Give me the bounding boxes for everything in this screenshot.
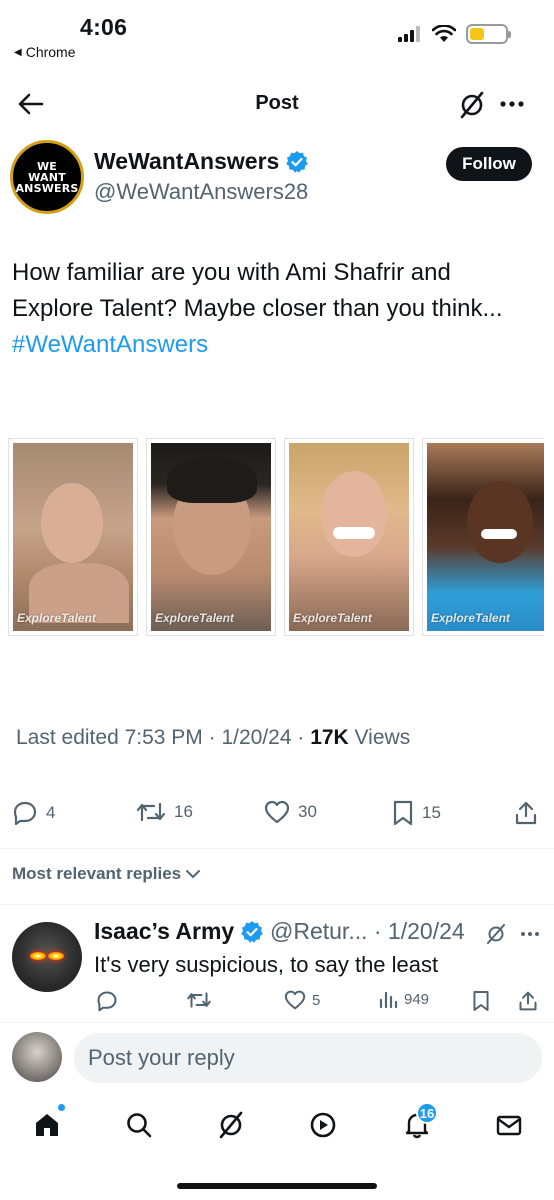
- reply-like-button[interactable]: 5: [284, 990, 320, 1010]
- post-meta: Last edited 7:53 PM · 1/20/24 · 17K View…: [16, 726, 410, 750]
- replies-sort-label: Most relevant replies: [12, 864, 182, 883]
- post-actions: 4 16 30 15: [0, 800, 554, 830]
- nav-search[interactable]: [114, 1100, 164, 1150]
- hashtag-link[interactable]: #WeWantAnswers: [12, 331, 208, 358]
- watermark-text: ExploreTalent: [431, 611, 510, 625]
- heart-icon: [284, 990, 306, 1010]
- divider: [0, 904, 554, 905]
- signal-icon: [398, 26, 420, 42]
- more-icon[interactable]: [500, 101, 524, 107]
- grok-icon[interactable]: [458, 91, 486, 119]
- author-handle[interactable]: @WeWantAnswers28: [94, 179, 308, 205]
- avatar-text-line: ANSWERS: [15, 181, 79, 195]
- reply-icon: [97, 991, 117, 1012]
- author-name-row[interactable]: WeWantAnswers: [94, 148, 309, 175]
- bookmark-count: 15: [422, 803, 441, 822]
- gallery-image[interactable]: ExploreTalent: [146, 438, 276, 636]
- heart-icon: [264, 800, 290, 824]
- repost-button[interactable]: 16: [136, 800, 193, 824]
- my-avatar[interactable]: [12, 1032, 62, 1082]
- status-time: 4:06: [80, 14, 128, 40]
- reply-share-button[interactable]: [518, 990, 538, 1012]
- back-app-label: Chrome: [25, 44, 76, 60]
- battery-icon: [466, 24, 511, 44]
- reply-handle-date[interactable]: @Retur... · 1/20/24: [270, 918, 465, 945]
- tweet-text: How familiar are you with Ami Shafrir an…: [12, 255, 532, 363]
- reply-text: It's very suspicious, to say the least: [94, 952, 439, 977]
- gallery-image[interactable]: ExploreTalent: [284, 438, 414, 636]
- verified-badge-icon: [241, 920, 264, 943]
- divider: [0, 1022, 554, 1023]
- reply-author-row[interactable]: Isaac’s Army: [94, 918, 264, 945]
- home-icon: [36, 1114, 58, 1136]
- reply-bookmark-button[interactable]: [472, 990, 490, 1012]
- search-icon: [127, 1113, 152, 1138]
- views-chart-icon: [379, 991, 398, 1008]
- reply-avatar[interactable]: [12, 922, 82, 992]
- verified-badge-icon: [286, 150, 309, 173]
- like-count: 30: [298, 802, 317, 821]
- views-label: Views: [348, 726, 411, 749]
- nav-video[interactable]: [298, 1100, 348, 1150]
- edit-timestamp[interactable]: Last edited 7:53 PM · 1/20/24 ·: [16, 726, 310, 749]
- home-indicator: [177, 1183, 377, 1189]
- more-icon[interactable]: [520, 931, 540, 937]
- avatar-text-line: WANT: [28, 170, 66, 184]
- avatar-text-line: WE: [36, 159, 58, 173]
- nav-grok[interactable]: [206, 1100, 256, 1150]
- nav-messages[interactable]: [484, 1100, 534, 1150]
- reply-icon: [13, 801, 37, 826]
- reply-like-count: 5: [312, 991, 321, 1009]
- tweet-body: How familiar are you with Ami Shafrir an…: [12, 259, 503, 322]
- bookmark-icon: [393, 800, 413, 826]
- mail-icon: [496, 1115, 522, 1136]
- reply-button[interactable]: 4: [12, 800, 55, 826]
- reply-count: 4: [46, 803, 56, 822]
- share-icon: [515, 801, 537, 825]
- wifi-icon: [432, 25, 456, 42]
- views-count: 17K: [310, 726, 349, 749]
- reply-repost-button[interactable]: [186, 990, 212, 1010]
- play-circle-icon: [310, 1112, 336, 1138]
- reply-input[interactable]: Post your reply: [74, 1033, 542, 1083]
- nav-home[interactable]: [22, 1100, 72, 1150]
- bookmark-icon: [473, 991, 489, 1011]
- author-name[interactable]: WeWantAnswers: [94, 148, 279, 175]
- back-to-app-button[interactable]: ◀ Chrome: [14, 44, 76, 60]
- chevron-down-icon: [186, 870, 201, 879]
- repost-count: 16: [174, 802, 193, 821]
- replies-sort-dropdown[interactable]: Most relevant replies: [12, 864, 201, 884]
- unread-dot: [58, 1104, 65, 1111]
- gallery-image[interactable]: ExploreTalent: [8, 438, 138, 636]
- follow-button[interactable]: Follow: [446, 147, 532, 181]
- reply-views-count: 949: [404, 990, 430, 1008]
- reply-author-name[interactable]: Isaac’s Army: [94, 918, 234, 945]
- notifications-badge: 16: [416, 1102, 438, 1124]
- divider: [0, 848, 554, 849]
- repost-icon: [187, 992, 211, 1008]
- grok-icon[interactable]: [486, 924, 506, 944]
- status-icons: [398, 24, 511, 44]
- author-avatar[interactable]: WE WANT ANSWERS: [10, 140, 84, 214]
- reply-views-button[interactable]: 949: [378, 990, 429, 1008]
- gallery-image[interactable]: ExploreTalent: [422, 438, 544, 636]
- reply-reply-button[interactable]: [96, 990, 118, 1012]
- bookmark-button[interactable]: 15: [392, 800, 441, 826]
- watermark-text: ExploreTalent: [155, 611, 234, 625]
- back-triangle-icon: ◀: [14, 46, 22, 58]
- repost-icon: [136, 802, 166, 822]
- grok-icon: [219, 1111, 243, 1139]
- like-button[interactable]: 30: [264, 800, 317, 824]
- share-button[interactable]: [514, 800, 538, 826]
- reply-actions: 5 949: [0, 990, 554, 1014]
- bottom-nav: 16: [0, 1100, 554, 1150]
- watermark-text: ExploreTalent: [17, 611, 96, 625]
- image-gallery[interactable]: ExploreTalent ExploreTalent ExploreTalen…: [8, 438, 544, 636]
- watermark-text: ExploreTalent: [293, 611, 372, 625]
- nav-notifications[interactable]: 16: [392, 1100, 442, 1150]
- share-icon: [519, 991, 537, 1011]
